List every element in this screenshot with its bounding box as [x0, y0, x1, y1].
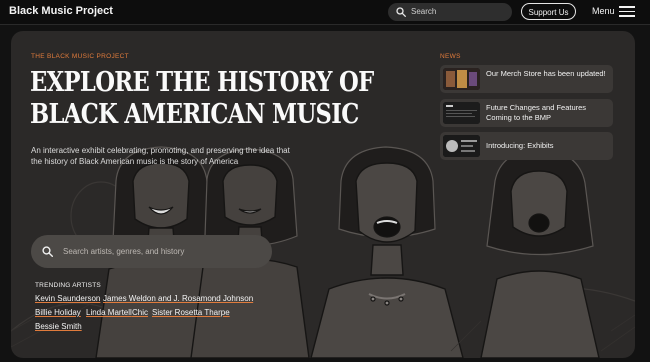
- site-logo-text[interactable]: Black Music Project: [9, 5, 113, 17]
- trending-artist-link[interactable]: Linda Martell: [86, 308, 132, 317]
- news-item[interactable]: Future Changes and Features Coming to th…: [440, 99, 613, 127]
- hamburger-menu-icon[interactable]: [619, 6, 635, 17]
- top-navigation-bar: Black Music Project Search Support Us Me…: [0, 0, 650, 25]
- hero-search-placeholder: Search artists, genres, and history: [63, 247, 185, 256]
- hero-eyebrow: THE BLACK MUSIC PROJECT: [31, 53, 129, 60]
- trending-artist-link[interactable]: Bessie Smith: [35, 322, 82, 331]
- news-item-title: Our Merch Store has been updated!: [486, 69, 606, 78]
- news-item[interactable]: Introducing: Exhibits: [440, 132, 613, 160]
- trending-artist-link[interactable]: Billie Holiday: [35, 308, 81, 317]
- hero-search-field[interactable]: Search artists, genres, and history: [31, 235, 272, 268]
- news-item[interactable]: Our Merch Store has been updated!: [440, 65, 613, 93]
- news-item-title: Introducing: Exhibits: [486, 141, 554, 150]
- trending-artist-link[interactable]: Kevin Saunderson: [35, 294, 100, 303]
- news-item-title: Future Changes and Features Coming to th…: [486, 103, 587, 122]
- hero-headline-line-2: BLACK AMERICAN MUSIC: [30, 99, 359, 130]
- search-icon: [42, 246, 53, 257]
- trending-artist-link[interactable]: James Weldon and J. Rosamond Johnson: [103, 294, 253, 303]
- news-thumbnail: [443, 135, 480, 157]
- header-search-placeholder: Search: [411, 7, 437, 16]
- hero-panel: THE BLACK MUSIC PROJECT EXPLORE THE HIST…: [11, 31, 635, 358]
- menu-label[interactable]: Menu: [592, 6, 615, 16]
- hero-headline: EXPLORE THE HISTORY OF BLACK AMERICAN MU…: [30, 67, 374, 131]
- support-us-button[interactable]: Support Us: [521, 3, 576, 20]
- trending-artists-label: TRENDING ARTISTS: [35, 282, 101, 289]
- hero-headline-line-1: EXPLORE THE HISTORY OF: [30, 67, 374, 98]
- header-search-field[interactable]: Search: [388, 3, 512, 21]
- search-icon: [396, 7, 406, 17]
- news-thumbnail: [443, 68, 480, 90]
- trending-artist-link[interactable]: Chic: [132, 308, 148, 317]
- news-thumbnail: [443, 102, 480, 124]
- trending-artist-link[interactable]: Sister Rosetta Tharpe: [152, 308, 230, 317]
- news-section-label: NEWS: [440, 53, 461, 60]
- hero-subtitle: An interactive exhibit celebrating, prom…: [31, 146, 290, 166]
